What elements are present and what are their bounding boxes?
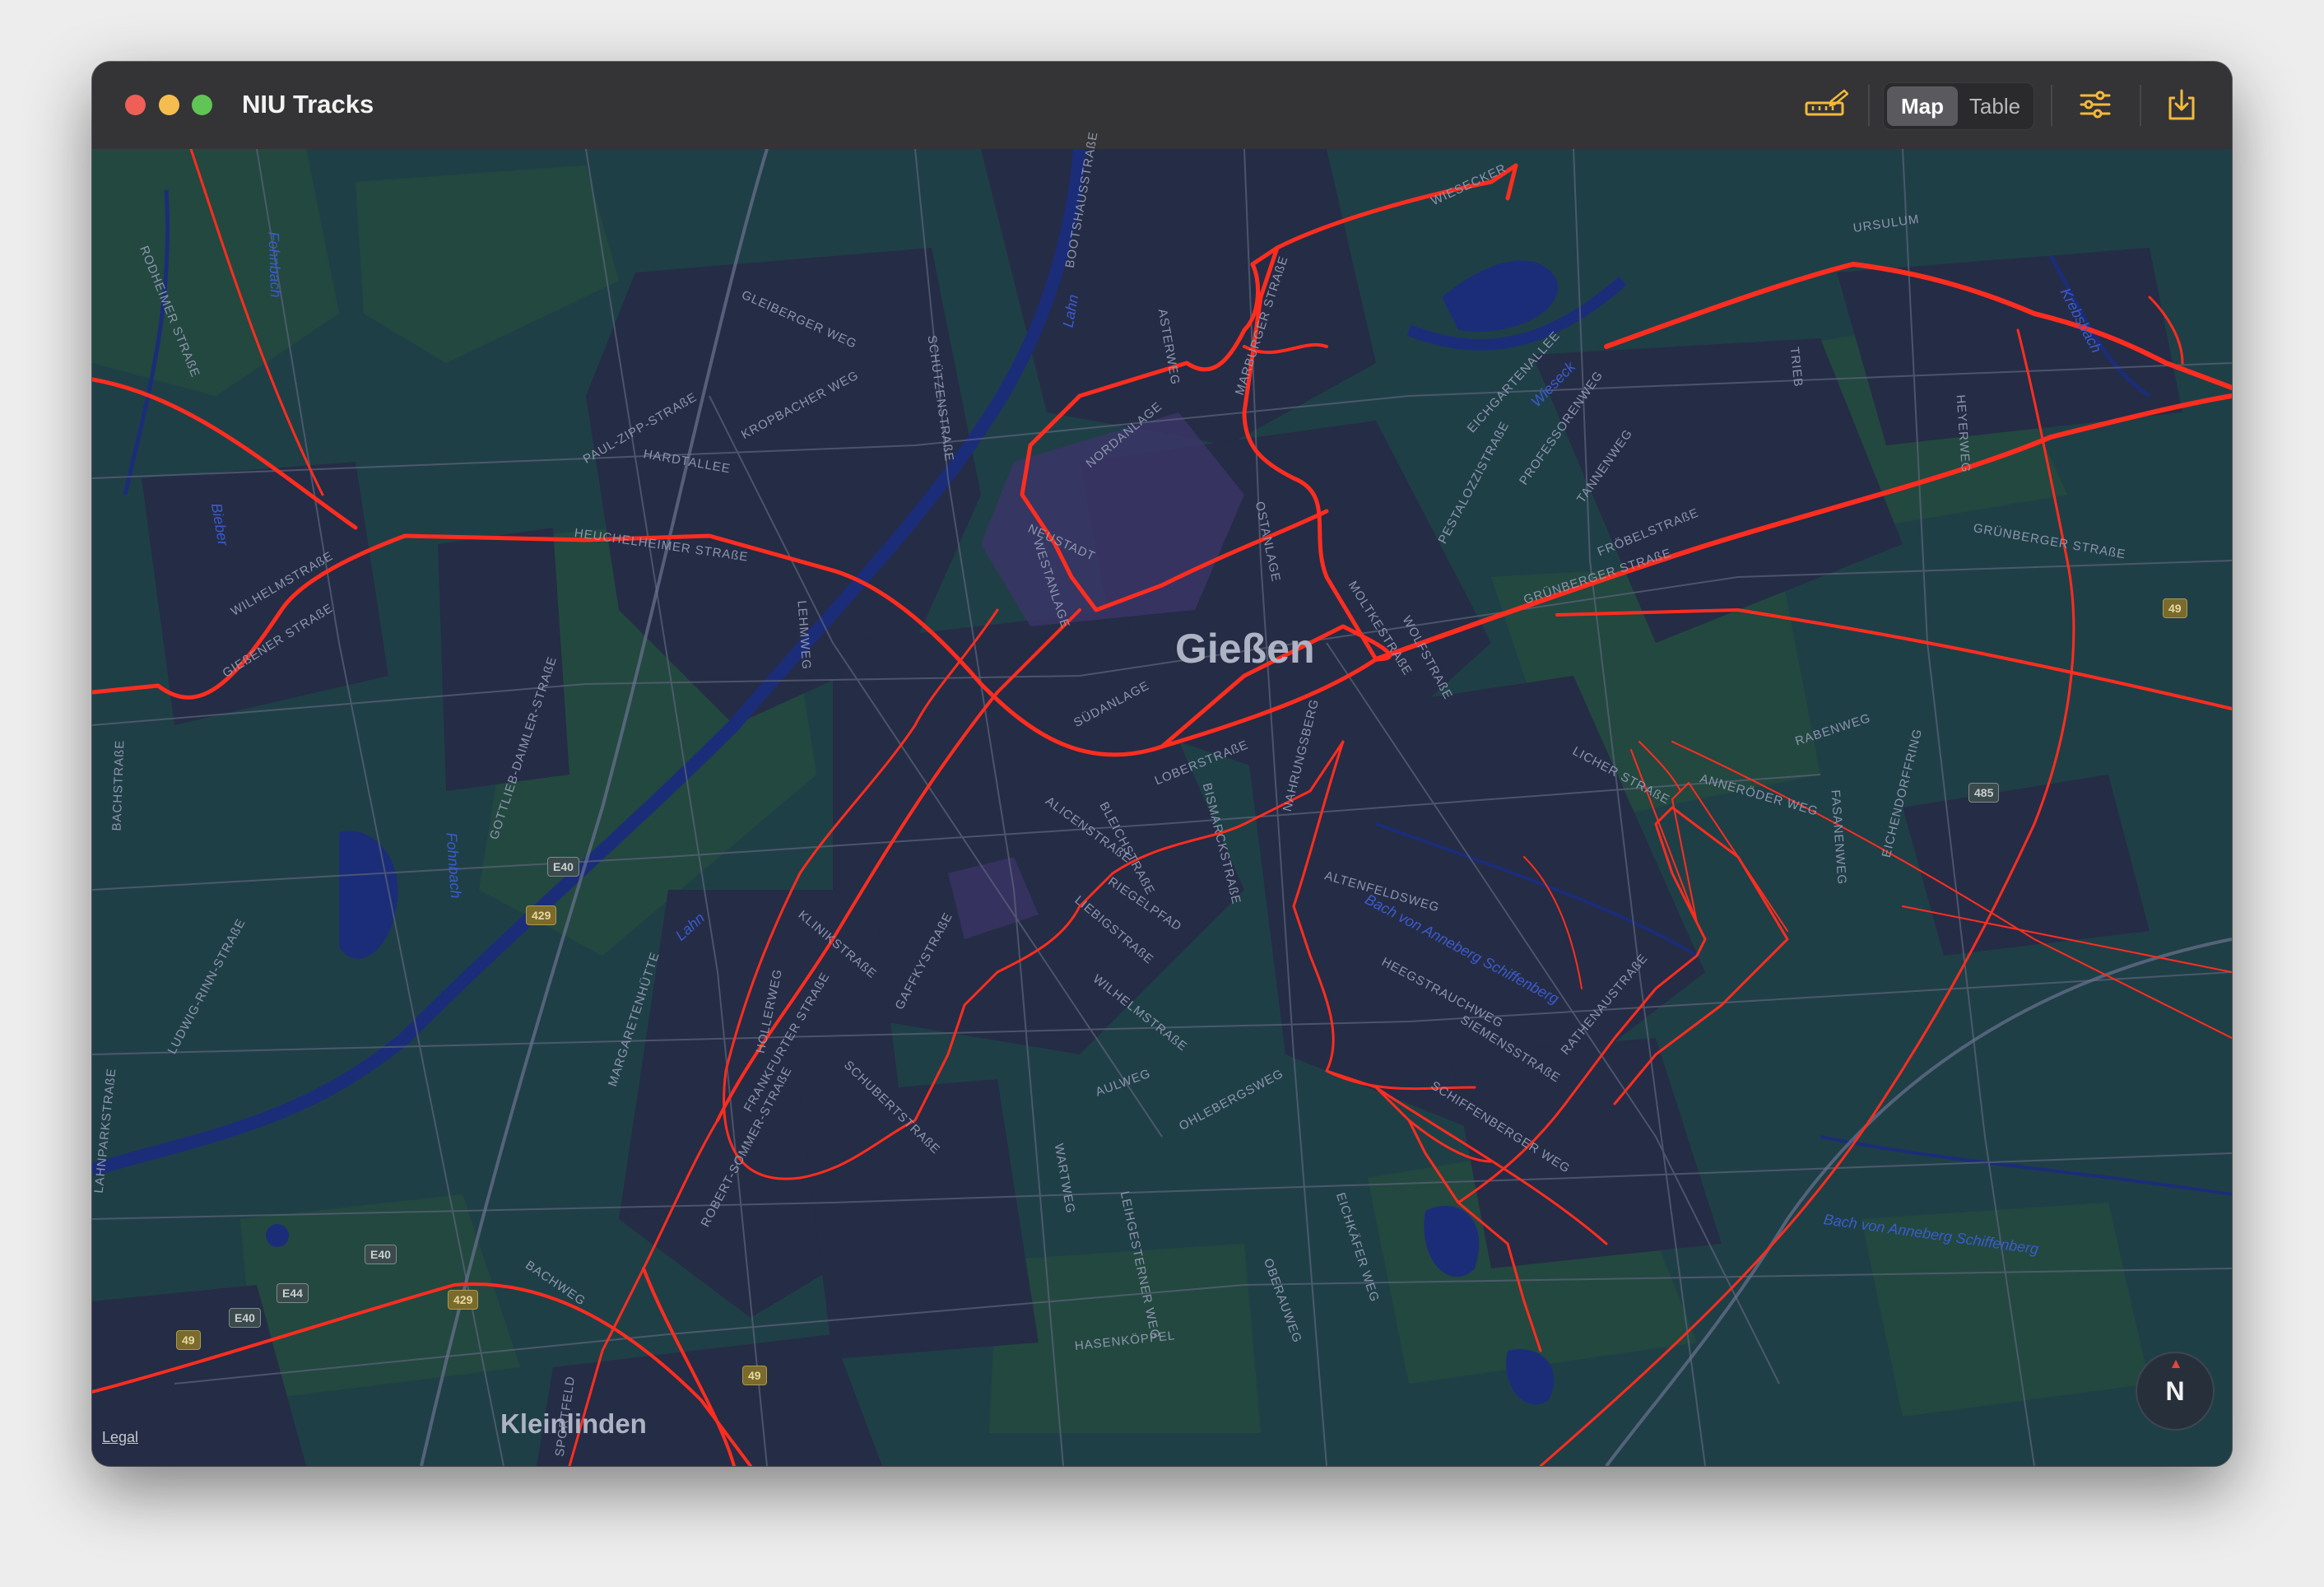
road-shield: E40 xyxy=(365,1245,397,1264)
ruler-pencil-icon[interactable] xyxy=(1802,82,1850,127)
map-view[interactable]: Gießen Kleinlinden RODHEIMER STRAßE WILH… xyxy=(92,130,2232,1466)
view-toggle: Map Table xyxy=(1883,82,2034,130)
sliders-icon[interactable] xyxy=(2071,82,2119,127)
road-shield: E40 xyxy=(229,1308,261,1328)
compass-north-marker xyxy=(2172,1360,2180,1368)
export-icon[interactable] xyxy=(2158,82,2205,127)
road-shield: 485 xyxy=(1968,783,2000,803)
minimize-window-button[interactable] xyxy=(159,95,179,115)
road-shield: 49 xyxy=(176,1330,201,1350)
road-shield: E40 xyxy=(547,857,579,877)
map-view-button[interactable]: Map xyxy=(1887,86,1958,126)
city-label-giessen: Gießen xyxy=(1175,626,1315,672)
toolbar-divider xyxy=(2051,85,2052,126)
road-shield: 429 xyxy=(526,905,557,925)
app-window: NIU Tracks Map Table Gießen Kleinlinden … xyxy=(92,62,2232,1466)
toolbar-divider xyxy=(1868,85,1870,126)
road-shield: 49 xyxy=(742,1366,767,1385)
water-label: Fohnbach xyxy=(265,231,285,298)
toolbar-divider xyxy=(2140,85,2141,126)
compass-letter: N xyxy=(2165,1375,2185,1406)
title-bar: NIU Tracks Map Table xyxy=(92,62,2232,151)
close-window-button[interactable] xyxy=(125,95,146,115)
table-view-button[interactable]: Table xyxy=(1959,86,2030,126)
city-label-kleinlinden: Kleinlinden xyxy=(500,1408,647,1439)
window-title: NIU Tracks xyxy=(242,90,374,119)
road-shield: 429 xyxy=(448,1290,479,1310)
compass-button[interactable]: N xyxy=(2136,1352,2215,1431)
zoom-window-button[interactable] xyxy=(192,95,212,115)
legal-link[interactable]: Legal xyxy=(102,1429,138,1446)
road-shield: E44 xyxy=(277,1283,309,1303)
road-shield: 49 xyxy=(2163,598,2187,618)
